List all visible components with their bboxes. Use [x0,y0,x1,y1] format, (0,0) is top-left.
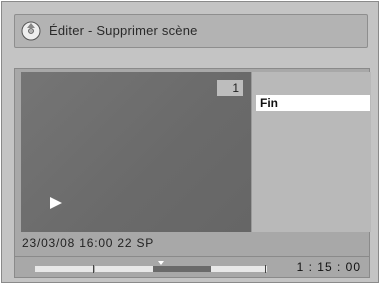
recording-info: 23/03/08 16:00 22 SP [22,236,155,250]
timeline-segment [35,266,93,272]
video-preview: 1 [21,72,251,232]
timeline-position-marker[interactable] [158,261,164,265]
timeline-tick [93,265,94,273]
dialog-frame: Éditer - Supprimer scène 1 Fin 23/03/08 … [1,1,379,283]
timeline-bar: 1 : 15 : 00 [14,256,370,278]
title-bar: Éditer - Supprimer scène [14,14,368,48]
timeline-track[interactable] [35,261,271,273]
page-title: Éditer - Supprimer scène [49,23,198,38]
scene-number-badge: 1 [217,80,243,96]
options-menu: Fin [251,72,371,232]
play-icon [49,196,63,215]
timeline-tick [265,265,266,273]
time-readout: 1 : 15 : 00 [296,260,361,274]
timeline-segment [211,266,267,272]
menu-item-fin[interactable]: Fin [256,95,370,111]
timeline-segment [95,266,153,272]
timeline-deleted-segment [153,266,211,272]
disc-edit-icon [21,21,41,41]
